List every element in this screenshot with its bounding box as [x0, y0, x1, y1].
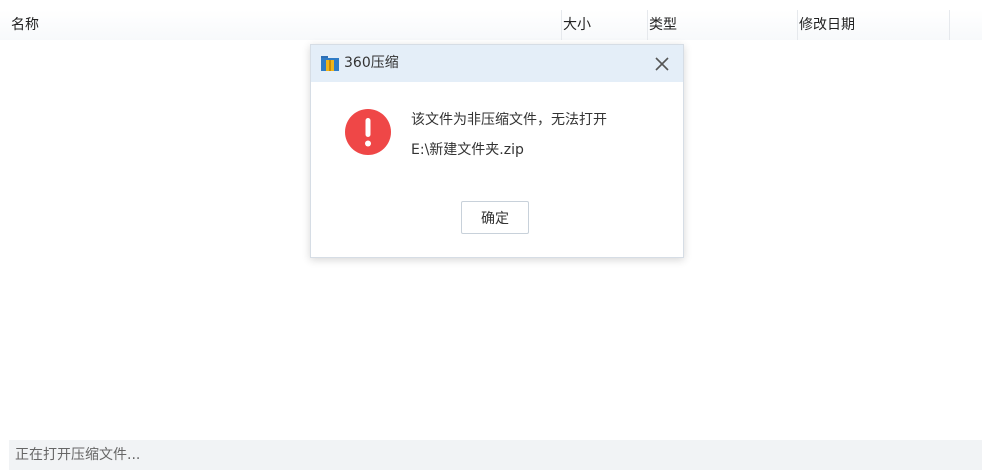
archive-folder-icon: [321, 56, 339, 71]
close-button[interactable]: [649, 51, 675, 77]
error-dialog: 360压缩 该文件为非压缩文件，无法打开 E:\新建文件夹.zip 确定: [310, 44, 684, 258]
column-divider[interactable]: [647, 10, 648, 40]
dialog-titlebar[interactable]: 360压缩: [311, 45, 683, 82]
error-message: 该文件为非压缩文件，无法打开: [411, 112, 607, 128]
column-header-type[interactable]: 类型: [649, 10, 677, 40]
ok-button[interactable]: 确定: [461, 201, 529, 234]
exclamation-circle-icon: [345, 109, 391, 155]
column-header-size[interactable]: 大小: [563, 10, 591, 40]
column-divider[interactable]: [949, 10, 950, 40]
column-divider[interactable]: [797, 10, 798, 40]
close-icon: [655, 57, 669, 71]
dialog-title: 360压缩: [344, 55, 399, 71]
column-header-name[interactable]: 名称: [11, 10, 39, 40]
file-list-header: 名称 大小 类型 修改日期: [0, 10, 982, 40]
file-path: E:\新建文件夹.zip: [411, 142, 524, 158]
status-bar: 正在打开压缩文件...: [9, 440, 982, 470]
column-divider[interactable]: [561, 10, 562, 40]
column-header-modified-date[interactable]: 修改日期: [799, 10, 855, 40]
status-text: 正在打开压缩文件...: [15, 447, 141, 463]
